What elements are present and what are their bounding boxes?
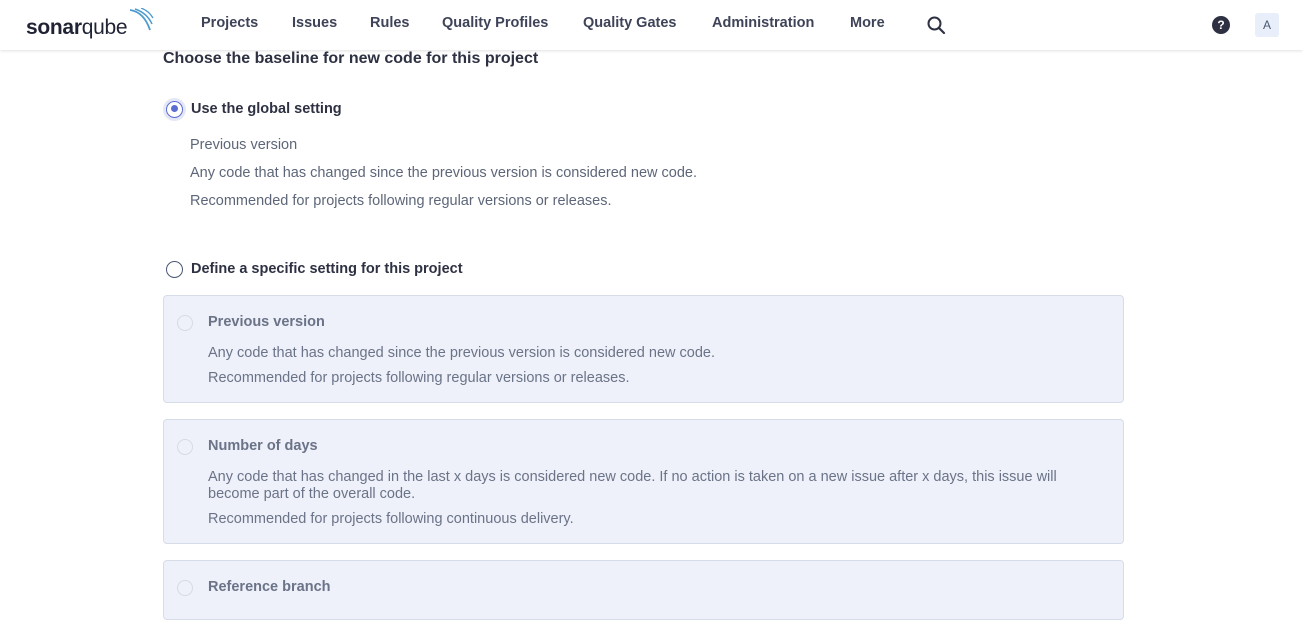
nav-quality-gates[interactable]: Quality Gates <box>583 15 676 31</box>
nav-issues[interactable]: Issues <box>292 15 337 31</box>
card-title: Number of days <box>208 438 318 454</box>
card-description: Any code that has changed since the prev… <box>208 345 716 361</box>
option-card-number-of-days[interactable]: Number of days Any code that has changed… <box>163 419 1124 544</box>
radio-disabled-icon <box>177 580 193 596</box>
define-specific-setting-label: Define a specific setting for this proje… <box>191 261 463 277</box>
radio-disabled-icon <box>177 315 193 331</box>
option-card-reference-branch[interactable]: Reference branch <box>163 560 1124 620</box>
nav-rules[interactable]: Rules <box>370 15 410 31</box>
card-recommendation: Recommended for projects following regul… <box>208 370 630 386</box>
define-specific-setting-radio[interactable]: Define a specific setting for this proje… <box>166 260 463 278</box>
option-card-previous-version[interactable]: Previous version Any code that has chang… <box>163 295 1124 403</box>
page-title: Choose the baseline for new code for thi… <box>163 50 539 67</box>
nav-projects[interactable]: Projects <box>201 15 258 31</box>
help-icon[interactable]: ? <box>1212 16 1230 34</box>
radio-disabled-icon <box>177 439 193 455</box>
search-button[interactable] <box>926 15 946 35</box>
card-description: Any code that has changed in the last x … <box>208 469 1057 502</box>
user-avatar[interactable]: A <box>1255 13 1279 37</box>
global-setting-recommendation: Recommended for projects following regul… <box>190 193 612 209</box>
use-global-setting-label: Use the global setting <box>191 101 342 117</box>
card-recommendation: Recommended for projects following conti… <box>208 511 574 527</box>
logo-suffix: qube <box>81 16 128 39</box>
logo-prefix: sonar <box>26 16 82 39</box>
use-global-setting-radio[interactable]: Use the global setting <box>166 100 342 118</box>
nav-more[interactable]: More <box>850 15 885 31</box>
radio-unchecked-icon <box>166 260 183 278</box>
sonarqube-logo[interactable]: sonarqube <box>26 8 156 42</box>
nav-quality-profiles[interactable]: Quality Profiles <box>442 15 548 31</box>
top-navigation: sonarqube Projects Issues Rules Quality … <box>0 0 1303 50</box>
search-icon <box>927 16 946 35</box>
radio-checked-icon <box>166 100 183 118</box>
card-title: Previous version <box>208 314 325 330</box>
logo-wordmark: sonarqube <box>26 16 128 40</box>
global-setting-description: Any code that has changed since the prev… <box>190 165 698 181</box>
nav-administration[interactable]: Administration <box>712 15 814 31</box>
global-setting-subhead: Previous version <box>190 137 298 153</box>
card-title: Reference branch <box>208 579 331 595</box>
logo-waves-icon <box>129 8 154 31</box>
